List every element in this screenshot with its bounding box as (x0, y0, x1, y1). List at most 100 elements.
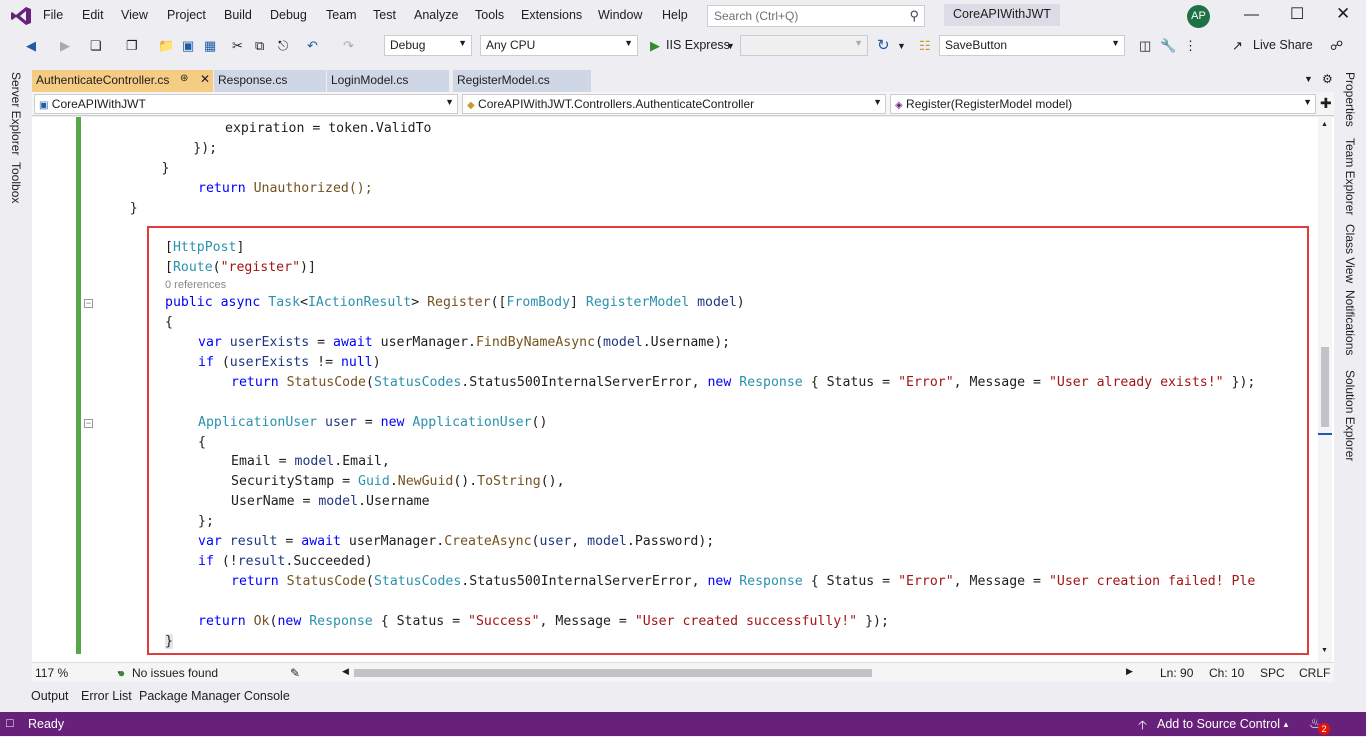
close-icon[interactable]: ✕ (1336, 4, 1350, 24)
open-folder-icon[interactable]: 📁 (158, 38, 174, 54)
menu-tools[interactable]: Tools (475, 8, 504, 22)
platform-combo[interactable]: Any CPU ▼ (480, 35, 638, 56)
tab-registermodel[interactable]: RegisterModel.cs (453, 70, 591, 92)
error-list-tab[interactable]: Error List (81, 689, 132, 703)
vertical-scrollbar[interactable]: ▲ ▼ (1318, 117, 1332, 662)
whitespace-mode[interactable]: SPC (1260, 666, 1285, 680)
gear-icon[interactable]: ⚙ (1322, 72, 1333, 86)
add-to-source-control-button[interactable]: Add to Source Control (1157, 717, 1280, 731)
tab-authenticatecontroller[interactable]: AuthenticateController.cs ⊛ ✕ (32, 70, 213, 92)
cleanup-icon[interactable]: ✎ (290, 666, 300, 680)
menu-window[interactable]: Window (598, 8, 642, 22)
feedback-icon[interactable]: ☍ (1330, 38, 1343, 54)
find-combo-value: SaveButton (945, 38, 1008, 52)
zoom-level[interactable]: 117 % (35, 666, 68, 680)
menu-edit[interactable]: Edit (82, 8, 104, 22)
menu-view[interactable]: View (121, 8, 148, 22)
solution-explorer-tab[interactable]: Solution Explorer (1343, 370, 1357, 461)
tab-overflow-icon[interactable]: ▼ (1304, 74, 1313, 84)
menu-build[interactable]: Build (224, 8, 252, 22)
navigation-bar: ▣ CoreAPIWithJWT ▼ ◆ CoreAPIWithJWT.Contr… (32, 92, 1334, 116)
chevron-up-icon[interactable]: ▲ (1282, 720, 1290, 729)
menu-debug[interactable]: Debug (270, 8, 307, 22)
collapse-icon[interactable]: − (84, 299, 93, 308)
tab-loginmodel[interactable]: LoginModel.cs (327, 70, 449, 92)
undo-icon[interactable]: ↶ (307, 38, 318, 54)
notifications-tab[interactable]: Notifications (1343, 290, 1357, 355)
new-project-icon[interactable]: ❏ (90, 38, 102, 54)
collapse-icon[interactable]: − (84, 419, 93, 428)
pin-icon[interactable]: ⊛ (180, 73, 188, 84)
menu-file[interactable]: File (43, 8, 63, 22)
chevron-down-icon: ▼ (458, 38, 467, 48)
refresh-icon[interactable]: ↻ (877, 36, 890, 54)
split-icon[interactable]: ✚ (1320, 95, 1332, 112)
scroll-down-icon[interactable]: ▼ (1321, 647, 1328, 654)
team-explorer-tab[interactable]: Team Explorer (1343, 138, 1357, 215)
tab-label: LoginModel.cs (331, 73, 409, 87)
redo-icon[interactable]: ↷ (343, 38, 354, 54)
tab-response[interactable]: Response.cs (214, 70, 326, 92)
member-combo[interactable]: ◈ Register(RegisterModel model) ▼ (890, 94, 1316, 114)
chevron-down-icon: ▼ (873, 97, 882, 107)
scroll-up-icon[interactable]: ▲ (1321, 121, 1328, 128)
minimize-icon[interactable]: — (1244, 6, 1259, 23)
configuration-combo[interactable]: Debug ▼ (384, 35, 472, 56)
add-item-icon[interactable]: ❐ (126, 38, 138, 54)
properties-tab[interactable]: Properties (1343, 72, 1357, 127)
forward-icon[interactable]: ▶ (60, 38, 70, 54)
toolbox-tab[interactable]: Toolbox (9, 162, 23, 203)
package-manager-console-tab[interactable]: Package Manager Console (139, 689, 290, 703)
search-input[interactable]: Search (Ctrl+Q) ⚲ (707, 5, 925, 27)
scroll-left-icon[interactable]: ◀ (342, 666, 349, 677)
browser-combo[interactable]: ▼ (740, 35, 868, 56)
paste-icon[interactable]: ⎋ (278, 38, 288, 54)
chevron-down-icon[interactable]: ▼ (726, 41, 735, 51)
menu-team[interactable]: Team (326, 8, 357, 22)
wrench-icon[interactable]: 🔧 (1160, 38, 1176, 54)
search-icon: ⚲ (909, 8, 919, 23)
scrollbar-thumb[interactable] (1321, 347, 1329, 427)
avatar[interactable]: AP (1187, 5, 1210, 28)
chevron-down-icon: ▼ (1303, 97, 1312, 107)
line-endings[interactable]: CRLF (1299, 666, 1330, 680)
arrow-up-icon: 🡡 (1138, 718, 1147, 732)
find-icon: ☷ (919, 38, 931, 53)
check-icon: ● (118, 666, 126, 680)
solution-name: CoreAPIWithJWT (944, 4, 1060, 26)
live-share-button[interactable]: Live Share (1253, 38, 1313, 52)
save-all-icon[interactable]: ▦ (204, 38, 216, 54)
menu-test[interactable]: Test (373, 8, 396, 22)
code-line: }); (98, 141, 218, 156)
horizontal-scrollbar-thumb[interactable] (354, 669, 872, 677)
maximize-icon[interactable]: ☐ (1290, 4, 1304, 24)
editor-margin (32, 117, 96, 662)
notifications-badge: 2 (1318, 723, 1330, 735)
class-combo[interactable]: ◆ CoreAPIWithJWT.Controllers.Authenticat… (462, 94, 886, 114)
cut-icon[interactable]: ✂ (232, 38, 243, 54)
class-icon: ◆ (467, 100, 475, 111)
chevron-down-icon: ▼ (1111, 38, 1120, 48)
project-combo[interactable]: ▣ CoreAPIWithJWT ▼ (34, 94, 458, 114)
menu-analyze[interactable]: Analyze (414, 8, 458, 22)
play-icon[interactable]: ▶ (650, 38, 660, 54)
run-target-button[interactable]: IIS Express (666, 38, 730, 52)
copy-icon[interactable]: ⧉ (255, 38, 264, 54)
close-tab-icon[interactable]: ✕ (200, 72, 210, 86)
window-icon[interactable]: ◫ (1139, 38, 1151, 54)
chevron-down-icon[interactable]: ▼ (897, 41, 906, 51)
save-icon[interactable]: ▣ (182, 38, 194, 54)
issues-status[interactable]: No issues found (132, 666, 218, 680)
menu-extensions[interactable]: Extensions (521, 8, 582, 22)
menu-project[interactable]: Project (167, 8, 206, 22)
find-combo[interactable]: SaveButton ▼ (939, 35, 1125, 56)
tab-label: Response.cs (218, 73, 288, 87)
back-icon[interactable]: ◀ (26, 38, 36, 54)
menu-help[interactable]: Help (662, 8, 688, 22)
code-editor[interactable]: − − expiration = token.ValidTo }); } ret… (32, 117, 1334, 662)
server-explorer-tab[interactable]: Server Explorer (9, 72, 23, 155)
output-tab[interactable]: Output (31, 689, 69, 703)
overflow-icon[interactable]: ⋮ (1184, 38, 1197, 54)
class-view-tab[interactable]: Class View (1343, 224, 1357, 283)
scroll-right-icon[interactable]: ▶ (1126, 666, 1133, 677)
